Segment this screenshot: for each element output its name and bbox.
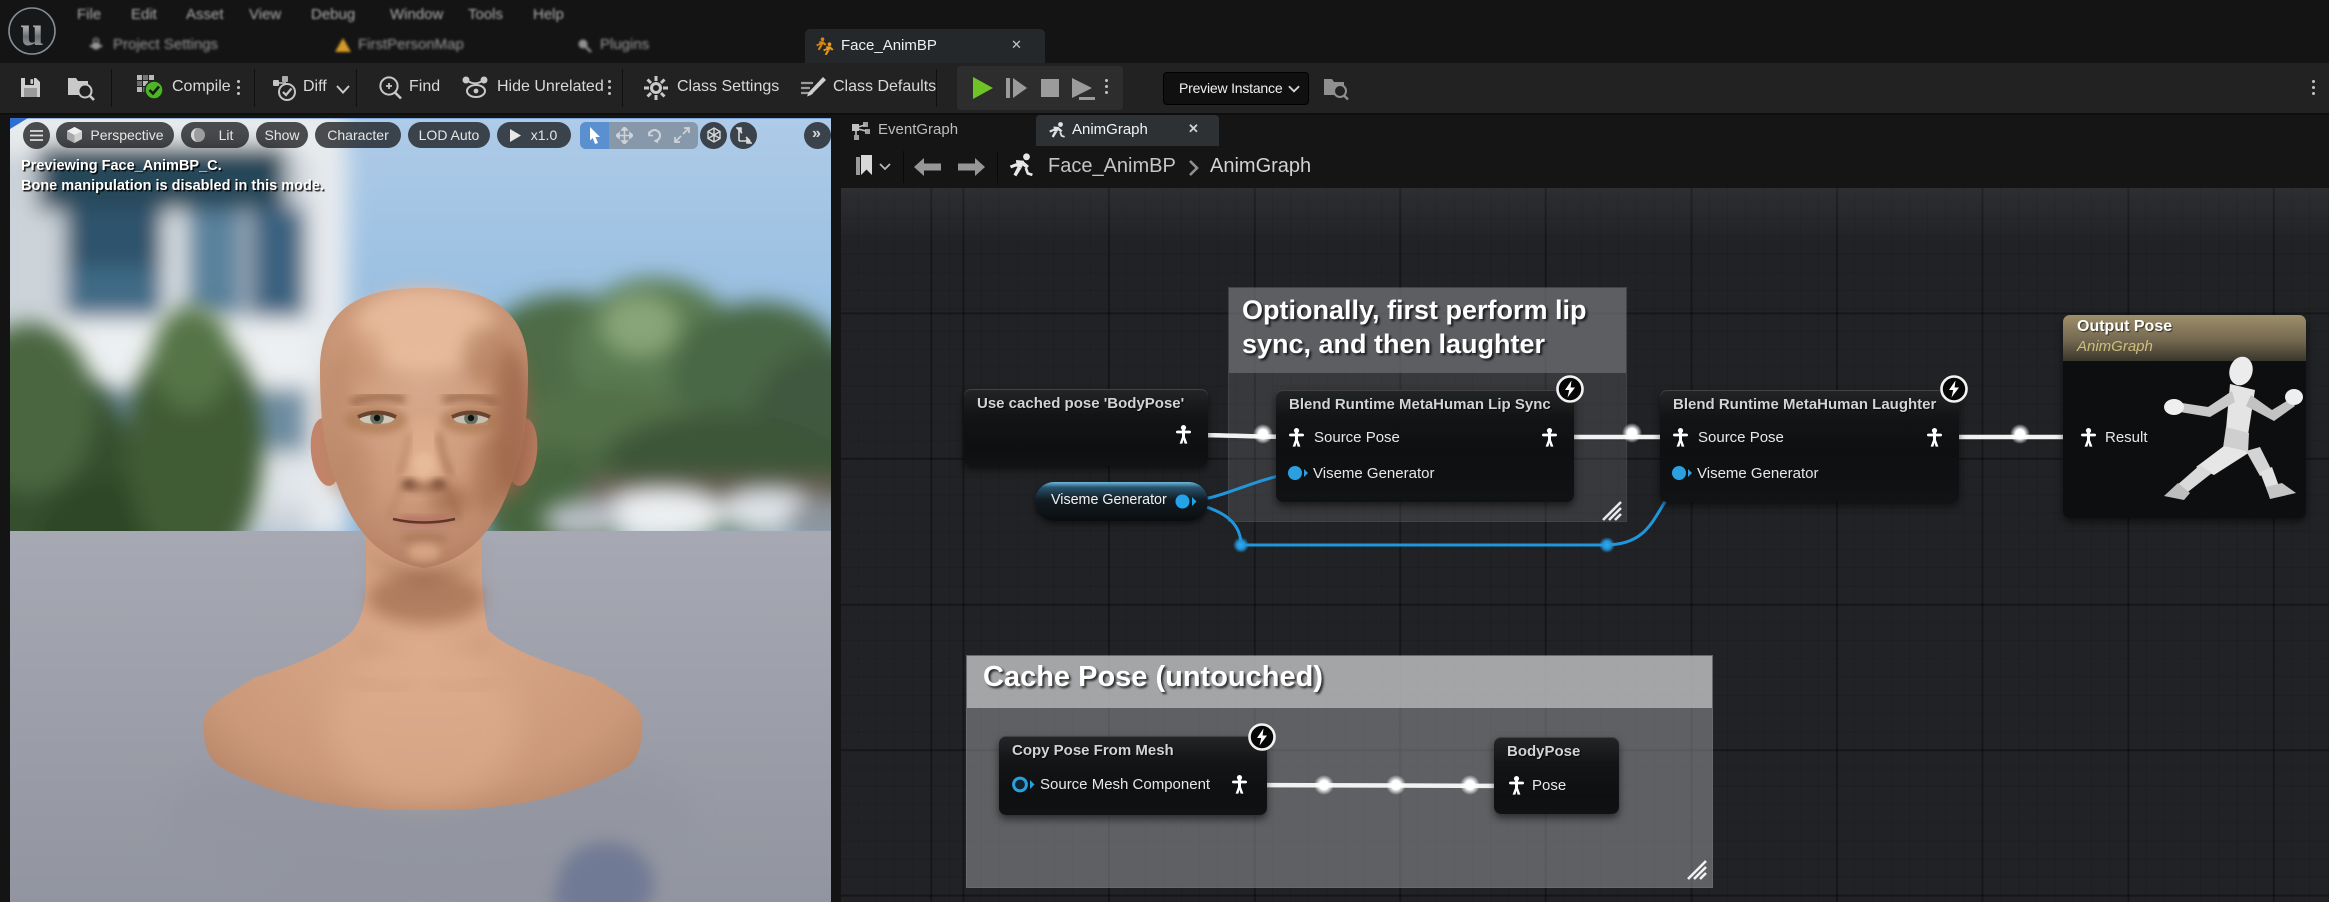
svg-text:u: u: [20, 9, 43, 55]
